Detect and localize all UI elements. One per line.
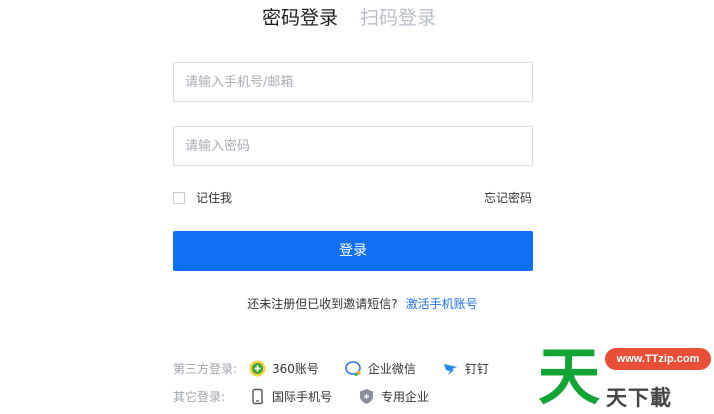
login-enterprise-label: 专用企业 xyxy=(381,390,430,404)
other-login-label: 其它登录: xyxy=(173,390,226,404)
login-dingtalk-button[interactable]: 钉钉 xyxy=(442,360,489,377)
wecom-icon xyxy=(345,360,362,377)
watermark-logo: 天 xyxy=(538,340,601,413)
login-360-label: 360账号 xyxy=(272,362,319,376)
remember-label: 记住我 xyxy=(196,191,233,205)
account-input[interactable] xyxy=(174,63,515,101)
password-field xyxy=(173,126,533,166)
invite-hint: 还未注册但已收到邀请短信? 激活手机账号 xyxy=(0,295,714,312)
other-login-row: 其它登录: 国际手机号 专用企业 xyxy=(173,388,455,405)
remember-checkbox[interactable] xyxy=(173,191,185,204)
watermark-url: www.TTzip.com xyxy=(605,348,711,370)
login-intl-phone-label: 国际手机号 xyxy=(272,390,333,404)
activate-phone-link[interactable]: 激活手机账号 xyxy=(406,297,478,311)
login-intl-phone-button[interactable]: 国际手机号 xyxy=(249,388,332,405)
watermark: 天 www.TTzip.com 天下載 xyxy=(536,340,714,414)
third-party-label: 第三方登录: xyxy=(173,362,238,376)
tab-qrcode-login[interactable]: 扫码登录 xyxy=(360,4,436,34)
login-wecom-button[interactable]: 企业微信 xyxy=(345,360,416,377)
login-button[interactable]: 登录 xyxy=(173,231,533,271)
login-dingtalk-label: 钉钉 xyxy=(464,362,489,376)
enterprise-icon xyxy=(358,388,375,405)
login-360-button[interactable]: 360账号 xyxy=(249,360,319,377)
password-input[interactable] xyxy=(174,127,515,165)
login-tabs: 密码登录 扫码登录 xyxy=(262,4,436,34)
login-enterprise-button[interactable]: 专用企业 xyxy=(358,388,429,405)
login-wecom-label: 企业微信 xyxy=(367,362,416,376)
dingtalk-icon xyxy=(442,360,459,377)
tab-password-login[interactable]: 密码登录 xyxy=(262,4,338,34)
phone-icon xyxy=(249,388,266,405)
remember-me[interactable]: 记住我 xyxy=(173,189,232,206)
login-page: 密码登录 扫码登录 记住我 忘记密码 登录 还未注册但已收到邀请短信? 激活手机账… xyxy=(0,0,714,414)
forgot-password-link[interactable]: 忘记密码 xyxy=(484,189,532,206)
third-party-login-row: 第三方登录: 360账号 企业微信 钉钉 xyxy=(173,360,515,377)
360-icon xyxy=(249,360,266,377)
watermark-text: 天下載 xyxy=(606,386,672,410)
invite-text: 还未注册但已收到邀请短信? xyxy=(247,297,398,311)
account-field xyxy=(173,62,533,102)
